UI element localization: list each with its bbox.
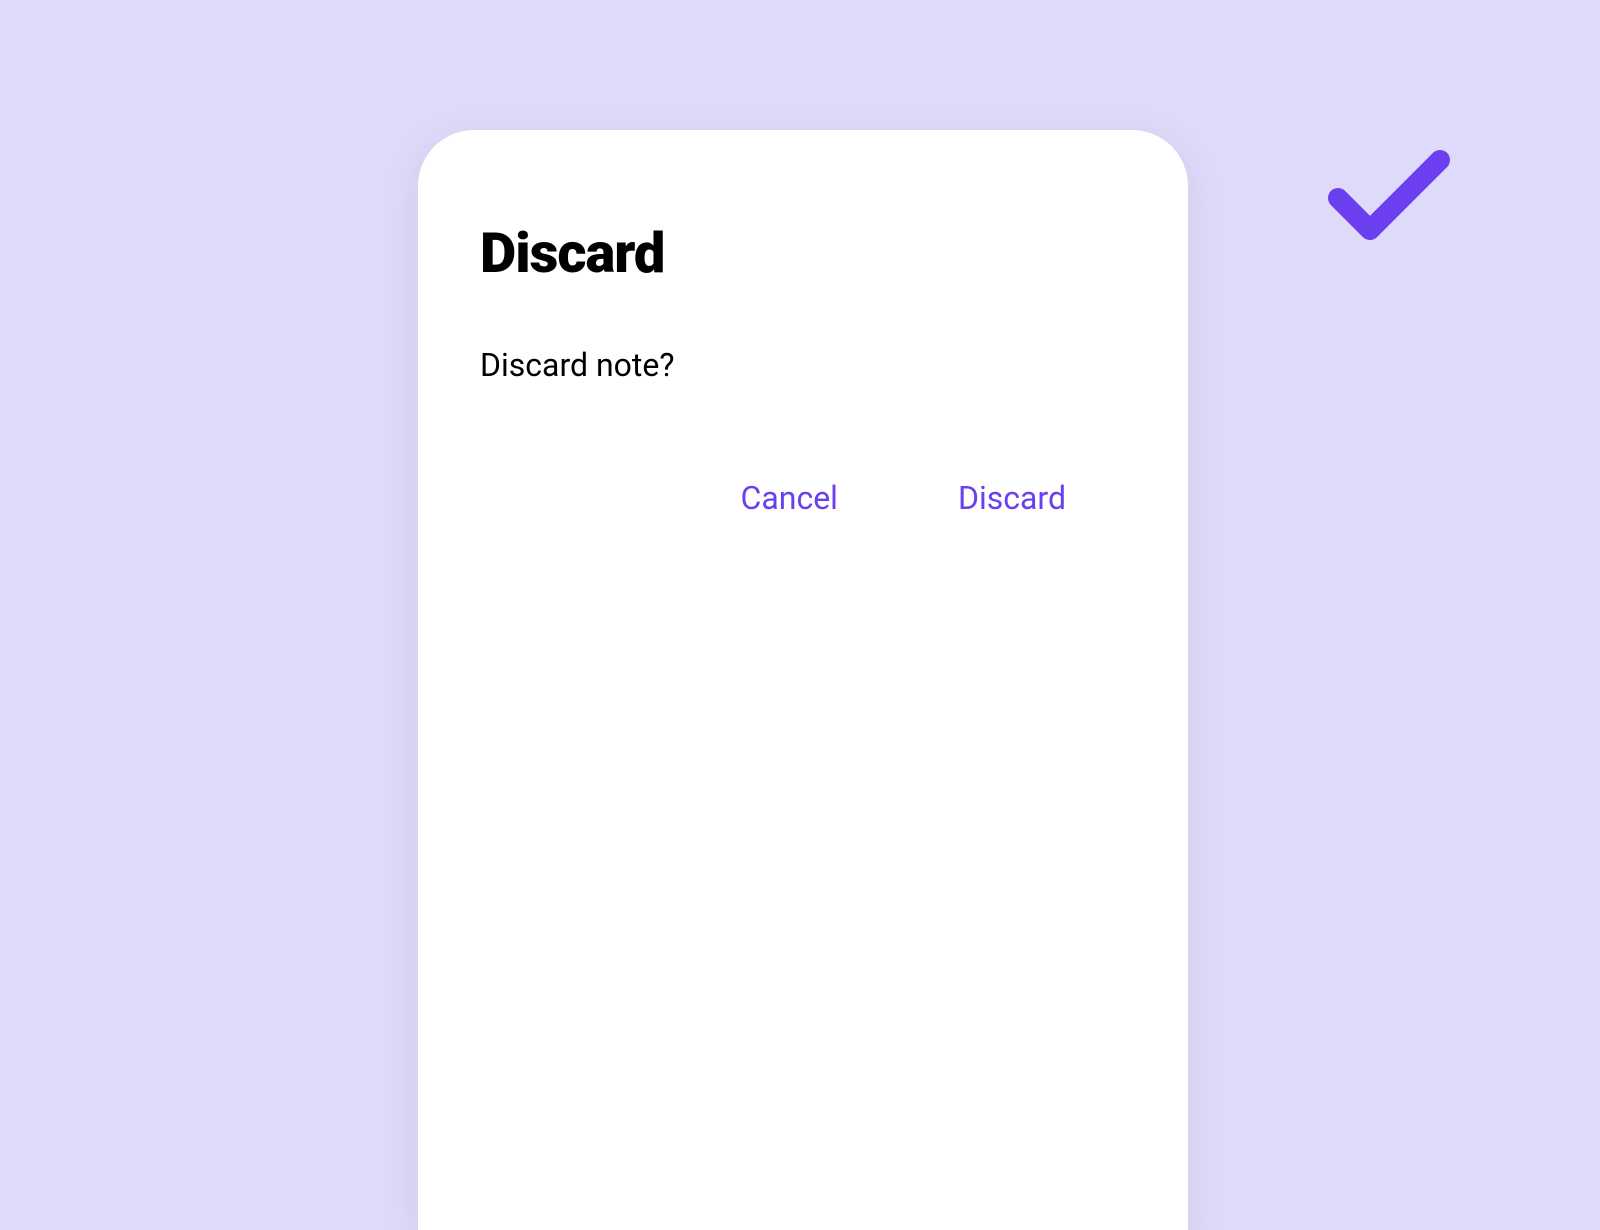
dialog-title: Discard — [480, 220, 1126, 286]
discard-button[interactable]: Discard — [958, 479, 1066, 517]
cancel-button[interactable]: Cancel — [741, 479, 838, 517]
dialog-actions: Cancel Discard — [480, 479, 1126, 517]
dialog-card: Discard Discard note? Cancel Discard — [418, 130, 1188, 1230]
dialog-body: Discard note? — [480, 346, 1126, 384]
check-icon — [1326, 146, 1452, 244]
